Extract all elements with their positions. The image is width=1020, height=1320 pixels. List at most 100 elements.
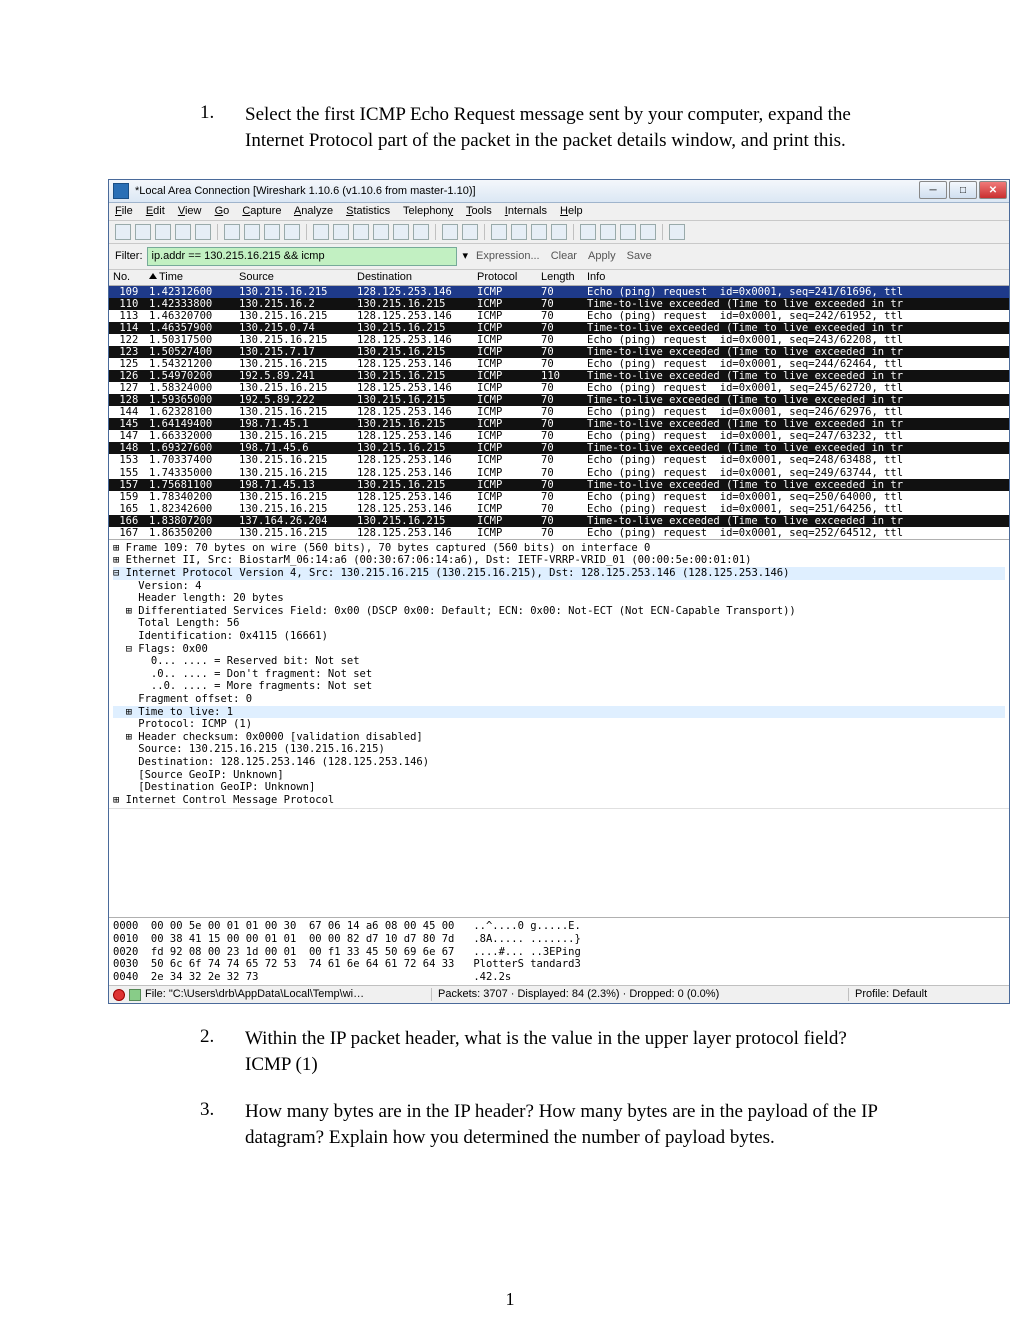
detail-line[interactable]: [Destination GeoIP: Unknown] [113,781,1005,794]
detail-line[interactable]: Header length: 20 bytes [113,592,1005,605]
tb-icon[interactable] [373,224,389,240]
tb-icon[interactable] [511,224,527,240]
tb-icon[interactable] [620,224,636,240]
tb-icon[interactable] [669,224,685,240]
packet-row[interactable]: 147 1.66332000 130.215.16.215 128.125.25… [109,430,1009,442]
col-destination[interactable]: Destination [357,271,477,284]
detail-line[interactable]: Source: 130.215.16.215 (130.215.16.215) [113,743,1005,756]
tb-icon[interactable] [413,224,429,240]
tb-icon[interactable] [600,224,616,240]
tb-icon[interactable] [135,224,151,240]
detail-line[interactable]: Fragment offset: 0 [113,693,1005,706]
maximize-button[interactable]: □ [949,181,977,199]
menu-analyze[interactable]: Analyze [294,205,333,217]
tb-icon[interactable] [155,224,171,240]
tb-icon[interactable] [264,224,280,240]
col-info[interactable]: Info [587,271,1009,284]
detail-line[interactable]: Destination: 128.125.253.146 (128.125.25… [113,756,1005,769]
menu-help[interactable]: Help [560,205,583,217]
tb-icon[interactable] [491,224,507,240]
filter-save[interactable]: Save [627,250,652,262]
packet-row[interactable]: 109 1.42312600 130.215.16.215 128.125.25… [109,286,1009,298]
tb-icon[interactable] [442,224,458,240]
packet-row[interactable]: 159 1.78340200 130.215.16.215 128.125.25… [109,491,1009,503]
packet-row[interactable]: 128 1.59365000 192.5.89.222 130.215.16.2… [109,394,1009,406]
packet-row[interactable]: 114 1.46357900 130.215.0.74 130.215.16.2… [109,322,1009,334]
tb-icon[interactable] [284,224,300,240]
detail-line[interactable]: ⊟ Internet Protocol Version 4, Src: 130.… [113,567,1005,580]
packet-row[interactable]: 110 1.42333800 130.215.16.2 130.215.16.2… [109,298,1009,310]
menu-telephony[interactable]: Telephony [403,205,453,217]
packet-details[interactable]: ⊞ Frame 109: 70 bytes on wire (560 bits)… [109,539,1009,808]
packet-row[interactable]: 123 1.50527400 130.215.7.17 130.215.16.2… [109,346,1009,358]
detail-line[interactable]: Total Length: 56 [113,617,1005,630]
packet-list-header[interactable]: No. Time Source Destination Protocol Len… [109,270,1009,286]
menu-internals[interactable]: Internals [505,205,547,217]
packet-row[interactable]: 155 1.74335000 130.215.16.215 128.125.25… [109,467,1009,479]
tb-icon[interactable] [244,224,260,240]
detail-line[interactable]: ..0. .... = More fragments: Not set [113,680,1005,693]
col-time[interactable]: Time [159,271,183,283]
packet-row[interactable]: 167 1.86350200 130.215.16.215 128.125.25… [109,527,1009,539]
title-bar[interactable]: *Local Area Connection [Wireshark 1.10.6… [109,180,1009,203]
tb-icon[interactable] [353,224,369,240]
col-protocol[interactable]: Protocol [477,271,541,284]
tb-icon[interactable] [115,224,131,240]
tb-icon[interactable] [531,224,547,240]
detail-line[interactable]: Identification: 0x4115 (16661) [113,630,1005,643]
detail-line[interactable]: ⊞ Differentiated Services Field: 0x00 (D… [113,605,1005,618]
packet-list[interactable]: 109 1.42312600 130.215.16.215 128.125.25… [109,286,1009,539]
col-length[interactable]: Length [541,271,587,284]
tb-icon[interactable] [462,224,478,240]
capture-stop-icon[interactable] [113,989,125,1001]
col-source[interactable]: Source [239,271,357,284]
filter-input[interactable] [147,247,457,266]
expert-info-icon[interactable] [129,989,141,1001]
detail-line[interactable]: ⊞ Time to live: 1 [113,706,1005,719]
packet-row[interactable]: 127 1.58324000 130.215.16.215 128.125.25… [109,382,1009,394]
detail-line[interactable]: .0.. .... = Don't fragment: Not set [113,668,1005,681]
menu-tools[interactable]: Tools [466,205,492,217]
tb-icon[interactable] [640,224,656,240]
close-button[interactable]: ✕ [979,181,1007,199]
detail-line[interactable]: Version: 4 [113,580,1005,593]
packet-row[interactable]: 144 1.62328100 130.215.16.215 128.125.25… [109,406,1009,418]
tb-icon[interactable] [580,224,596,240]
detail-line[interactable]: ⊞ Internet Control Message Protocol [113,794,1005,807]
menu-edit[interactable]: Edit [146,205,165,217]
filter-clear[interactable]: Clear [551,250,577,262]
filter-expression[interactable]: Expression... [476,250,540,262]
packet-row[interactable]: 126 1.54970200 192.5.89.241 130.215.16.2… [109,370,1009,382]
minimize-button[interactable]: ─ [919,181,947,199]
tb-icon[interactable] [195,224,211,240]
tb-icon[interactable] [393,224,409,240]
packet-row[interactable]: 125 1.54321200 130.215.16.215 128.125.25… [109,358,1009,370]
hex-pane[interactable]: 0000 00 00 5e 00 01 01 00 30 67 06 14 a6… [109,917,1009,985]
packet-row[interactable]: 148 1.69327600 198.71.45.6 130.215.16.21… [109,442,1009,454]
detail-line[interactable]: ⊞ Header checksum: 0x0000 [validation di… [113,731,1005,744]
packet-row[interactable]: 165 1.82342600 130.215.16.215 128.125.25… [109,503,1009,515]
col-no[interactable]: No. [113,271,130,283]
menu-bar[interactable]: File Edit View Go Capture Analyze Statis… [109,203,1009,221]
detail-line[interactable]: Protocol: ICMP (1) [113,718,1005,731]
menu-file[interactable]: File [115,205,133,217]
menu-statistics[interactable]: Statistics [346,205,390,217]
tb-icon[interactable] [333,224,349,240]
tb-icon[interactable] [175,224,191,240]
status-profile[interactable]: Profile: Default [848,988,1005,1001]
detail-line[interactable]: 0... .... = Reserved bit: Not set [113,655,1005,668]
detail-line[interactable]: ⊞ Ethernet II, Src: BiostarM_06:14:a6 (0… [113,554,1005,567]
menu-go[interactable]: Go [215,205,230,217]
tb-icon[interactable] [313,224,329,240]
menu-capture[interactable]: Capture [242,205,281,217]
packet-row[interactable]: 145 1.64149400 198.71.45.1 130.215.16.21… [109,418,1009,430]
packet-row[interactable]: 157 1.75681100 198.71.45.13 130.215.16.2… [109,479,1009,491]
tb-icon[interactable] [551,224,567,240]
packet-row[interactable]: 166 1.83807200 137.164.26.204 130.215.16… [109,515,1009,527]
filter-apply[interactable]: Apply [588,250,616,262]
tb-icon[interactable] [224,224,240,240]
packet-row[interactable]: 122 1.50317500 130.215.16.215 128.125.25… [109,334,1009,346]
detail-line[interactable]: ⊞ Frame 109: 70 bytes on wire (560 bits)… [113,542,1005,555]
packet-row[interactable]: 153 1.70337400 130.215.16.215 128.125.25… [109,454,1009,466]
detail-line[interactable]: ⊟ Flags: 0x00 [113,643,1005,656]
